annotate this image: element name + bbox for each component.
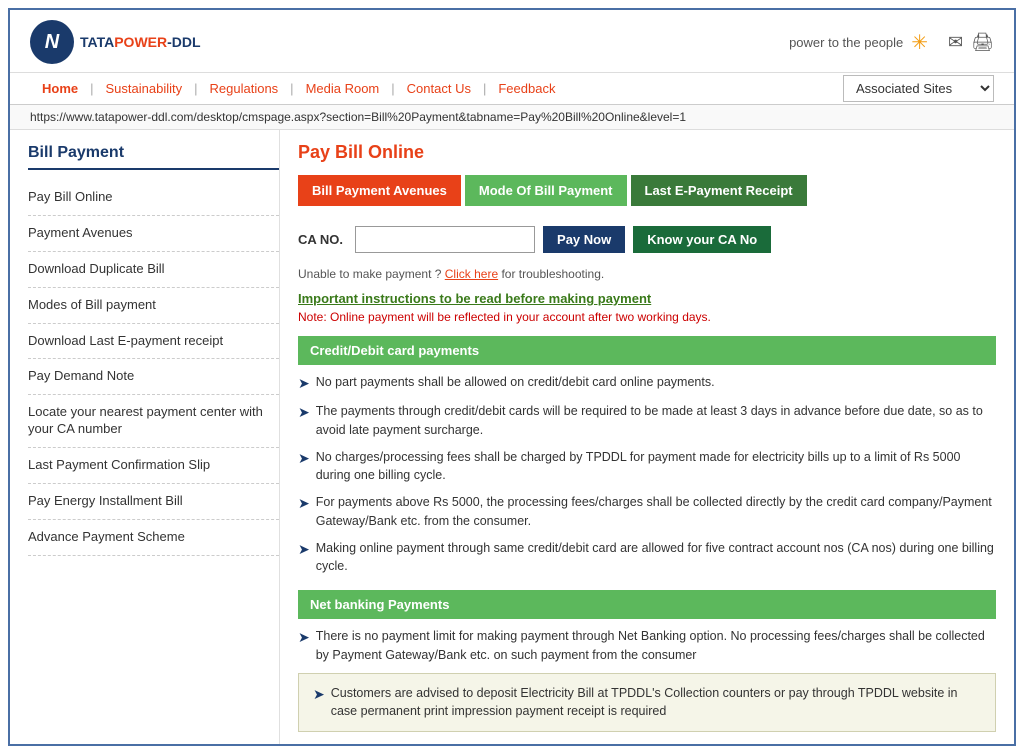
associated-sites-select[interactable]: Associated Sites (843, 75, 994, 102)
nav-home[interactable]: Home (30, 73, 90, 104)
nav-sustainability[interactable]: Sustainability (94, 73, 195, 104)
logo-icon: N (30, 20, 74, 64)
click-here-link[interactable]: Click here (445, 267, 498, 281)
sidebar-item-energy-installment[interactable]: Pay Energy Installment Bill (28, 484, 279, 520)
pay-now-button[interactable]: Pay Now (543, 226, 625, 253)
tab-last-epayment-receipt[interactable]: Last E-Payment Receipt (631, 175, 807, 206)
note-text: Note: Online payment will be reflected i… (298, 310, 996, 324)
bullet-2: ➤ The payments through credit/debit card… (298, 402, 996, 440)
nav-feedback[interactable]: Feedback (486, 73, 567, 104)
sidebar-item-download-epayment[interactable]: Download Last E-payment receipt (28, 324, 279, 360)
bullet-text-1: No part payments shall be allowed on cre… (316, 373, 715, 394)
tagline-text: power to the people (789, 35, 903, 50)
email-icon[interactable]: ✉ (948, 32, 963, 53)
arrow-icon-5: ➤ (298, 539, 310, 577)
arrow-icon-net-1: ➤ (298, 627, 310, 665)
net-banking-header: Net banking Payments (298, 590, 996, 619)
credit-debit-header: Credit/Debit card payments (298, 336, 996, 365)
bullet-text-3: No charges/processing fees shall be char… (316, 448, 996, 486)
navigation: Home | Sustainability | Regulations | Me… (10, 73, 1014, 105)
sidebar-item-last-payment[interactable]: Last Payment Confirmation Slip (28, 448, 279, 484)
header: N TATAPOWER-DDL power to the people ✳ ✉ … (10, 10, 1014, 73)
trouble-suffix: for troubleshooting. (501, 267, 604, 281)
trouble-prefix: Unable to make payment ? (298, 267, 441, 281)
bullet-text-4: For payments above Rs 5000, the processi… (316, 493, 996, 531)
sidebar-item-modes-bill[interactable]: Modes of Bill payment (28, 288, 279, 324)
logo-area: N TATAPOWER-DDL (30, 20, 201, 64)
print-icon[interactable]: 🖨 (971, 32, 994, 53)
header-right: power to the people ✳ ✉ 🖨 (789, 30, 994, 55)
sidebar-item-locate-center[interactable]: Locate your nearest payment center with … (28, 395, 279, 448)
sun-icon: ✳ (911, 30, 928, 55)
nav-right: Associated Sites (843, 75, 994, 102)
bullet-text-5: Making online payment through same credi… (316, 539, 996, 577)
bottom-bullet-text: Customers are advised to deposit Electri… (331, 684, 981, 722)
content-area: Pay Bill Online Bill Payment Avenues Mod… (280, 130, 1014, 744)
sidebar-title: Bill Payment (28, 144, 279, 170)
trouble-text: Unable to make payment ? Click here for … (298, 267, 996, 281)
bullet-3: ➤ No charges/processing fees shall be ch… (298, 448, 996, 486)
page-container: N TATAPOWER-DDL power to the people ✳ ✉ … (8, 8, 1016, 746)
bullet-1: ➤ No part payments shall be allowed on c… (298, 373, 996, 394)
nav-contact[interactable]: Contact Us (395, 73, 483, 104)
sidebar-item-download-duplicate[interactable]: Download Duplicate Bill (28, 252, 279, 288)
important-instructions-link[interactable]: Important instructions to be read before… (298, 291, 996, 306)
bottom-arrow-icon: ➤ (313, 684, 325, 722)
bottom-section: ➤ Customers are advised to deposit Elect… (298, 673, 996, 733)
url-bar: https://www.tatapower-ddl.com/desktop/cm… (10, 105, 1014, 130)
bullet-net-text-1: There is no payment limit for making pay… (316, 627, 996, 665)
know-ca-button[interactable]: Know your CA No (633, 226, 771, 253)
ca-label: CA NO. (298, 232, 343, 247)
sidebar: Bill Payment Pay Bill Online Payment Ave… (10, 130, 280, 744)
arrow-icon-1: ➤ (298, 373, 310, 394)
bullet-4: ➤ For payments above Rs 5000, the proces… (298, 493, 996, 531)
url-text: https://www.tatapower-ddl.com/desktop/cm… (30, 110, 686, 124)
sidebar-item-payment-avenues[interactable]: Payment Avenues (28, 216, 279, 252)
tab-buttons: Bill Payment Avenues Mode Of Bill Paymen… (298, 175, 996, 206)
arrow-icon-2: ➤ (298, 402, 310, 440)
main-layout: Bill Payment Pay Bill Online Payment Ave… (10, 130, 1014, 744)
bullet-5: ➤ Making online payment through same cre… (298, 539, 996, 577)
sidebar-item-pay-bill-online[interactable]: Pay Bill Online (28, 180, 279, 216)
bullet-net-1: ➤ There is no payment limit for making p… (298, 627, 996, 665)
ca-input[interactable] (355, 226, 535, 253)
arrow-icon-3: ➤ (298, 448, 310, 486)
tab-mode-of-bill-payment[interactable]: Mode Of Bill Payment (465, 175, 627, 206)
page-title: Pay Bill Online (298, 142, 996, 163)
nav-regulations[interactable]: Regulations (198, 73, 291, 104)
arrow-icon-4: ➤ (298, 493, 310, 531)
sidebar-item-pay-demand-note[interactable]: Pay Demand Note (28, 359, 279, 395)
bullet-text-2: The payments through credit/debit cards … (316, 402, 996, 440)
tab-bill-payment-avenues[interactable]: Bill Payment Avenues (298, 175, 461, 206)
bottom-bullet: ➤ Customers are advised to deposit Elect… (313, 684, 981, 722)
sidebar-item-advance-payment[interactable]: Advance Payment Scheme (28, 520, 279, 556)
logo-text: TATAPOWER-DDL (80, 34, 201, 50)
ca-row: CA NO. Pay Now Know your CA No (298, 220, 996, 259)
nav-links: Home | Sustainability | Regulations | Me… (30, 73, 567, 104)
nav-media-room[interactable]: Media Room (294, 73, 392, 104)
